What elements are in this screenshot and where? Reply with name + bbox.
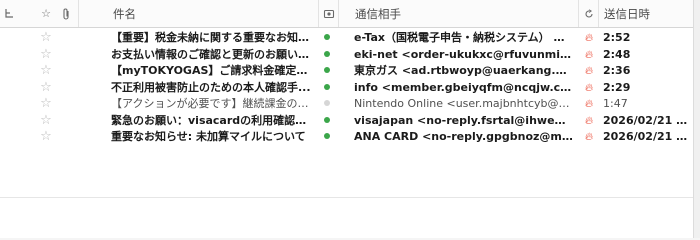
read-status-dot[interactable] xyxy=(320,129,334,146)
star-icon[interactable]: ☆ xyxy=(38,30,54,47)
message-subject: お支払い情報のご確認と更新のお願い【え... xyxy=(111,47,311,61)
message-sender: visajapan <no-reply.fsrtal@ihwenxi.cn> xyxy=(354,113,573,127)
subject-header-label: 件名 xyxy=(113,6,136,21)
flame-icon[interactable]: 🔥︎ xyxy=(582,30,596,47)
thread-column-icon[interactable] xyxy=(0,0,18,27)
table-row[interactable]: ☆ 【重要】税金未納に関する重要なお知らせ e-Tax（国税電子申告・納税システ… xyxy=(0,30,693,47)
star-icon[interactable]: ☆ xyxy=(38,63,54,80)
table-row[interactable]: ☆ お支払い情報のご確認と更新のお願い【え... eki-net <order-… xyxy=(0,47,693,64)
star-icon[interactable]: ☆ xyxy=(38,96,54,113)
star-header-icon: ☆ xyxy=(41,7,51,20)
table-row[interactable]: ☆ 不正利用被害防止のための本人確認手... info <member.gbei… xyxy=(0,80,693,97)
message-date: 2026/02/21 20:21 xyxy=(603,130,691,143)
message-date: 2:48 xyxy=(603,47,631,61)
read-status-dot[interactable] xyxy=(320,47,334,64)
vertical-scrollbar[interactable] xyxy=(693,0,700,238)
read-status-dot[interactable] xyxy=(320,80,334,97)
message-sender: eki-net <order-ukukxc@rfuvunmi.cn> xyxy=(354,47,573,61)
column-header-bar: ☆ 件名 通信相手 送信日時 xyxy=(0,0,693,28)
flame-icon[interactable]: 🔥︎ xyxy=(582,96,596,113)
message-date: 2:36 xyxy=(603,64,631,77)
message-subject: 重要なお知らせ: 未加算マイルについて xyxy=(111,130,306,143)
message-subject: 緊急のお願い：visacardの利用確認にご... xyxy=(111,113,311,127)
message-date: 1:47 xyxy=(603,97,628,110)
flame-icon[interactable]: 🔥︎ xyxy=(582,80,596,97)
message-list-pane: ☆ 件名 通信相手 送信日時 ☆ 【重要】税金未納に関する重要なお知らせ e-T… xyxy=(0,0,693,238)
junk-column-icon[interactable] xyxy=(578,0,598,27)
table-row[interactable]: ☆ 【myTOKYOGAS】ご請求料金確定のお知... 東京ガス <ad.rtb… xyxy=(0,63,693,80)
message-sender: Nintendo Online <user.majbnhtcyb@vtwe... xyxy=(354,97,573,110)
flame-icon[interactable]: 🔥︎ xyxy=(582,129,596,146)
message-date: 2:52 xyxy=(603,31,631,44)
message-date: 2:29 xyxy=(603,80,631,94)
message-subject: 【myTOKYOGAS】ご請求料金確定のお知... xyxy=(111,64,311,77)
read-status-dot[interactable] xyxy=(320,96,334,113)
pane-divider xyxy=(0,197,693,198)
thread-icon xyxy=(4,9,13,18)
star-icon[interactable]: ☆ xyxy=(38,47,54,64)
read-status-dot[interactable] xyxy=(320,30,334,47)
junk-icon xyxy=(584,8,593,18)
table-row[interactable]: ☆ 緊急のお願い：visacardの利用確認にご... visajapan <n… xyxy=(0,113,693,130)
column-header-correspondent[interactable]: 通信相手 xyxy=(338,0,578,27)
table-row[interactable]: ☆ 【アクションが必要です】継続課金の解除に... Nintendo Onlin… xyxy=(0,96,693,113)
star-icon[interactable]: ☆ xyxy=(38,113,54,130)
message-rows: ☆ 【重要】税金未納に関する重要なお知らせ e-Tax（国税電子申告・納税システ… xyxy=(0,30,693,146)
message-date: 2026/02/21 21:13 xyxy=(603,113,691,127)
star-icon[interactable]: ☆ xyxy=(38,80,54,97)
read-status-dot[interactable] xyxy=(320,113,334,130)
star-column-icon[interactable]: ☆ xyxy=(38,0,54,27)
read-status-icon xyxy=(323,9,334,18)
read-status-dot[interactable] xyxy=(320,63,334,80)
correspondent-header-label: 通信相手 xyxy=(355,6,401,21)
paperclip-icon xyxy=(62,8,69,20)
flame-icon[interactable]: 🔥︎ xyxy=(582,47,596,64)
read-status-column-icon[interactable] xyxy=(318,0,338,27)
flame-icon[interactable]: 🔥︎ xyxy=(582,63,596,80)
message-sender: ANA CARD <no-reply.gpgbnoz@mfuiml... xyxy=(354,130,573,143)
star-icon[interactable]: ☆ xyxy=(38,129,54,146)
column-header-date[interactable]: 送信日時 xyxy=(598,0,693,27)
table-row[interactable]: ☆ 重要なお知らせ: 未加算マイルについて ANA CARD <no-reply… xyxy=(0,129,693,146)
flame-icon[interactable]: 🔥︎ xyxy=(582,113,596,130)
date-header-label: 送信日時 xyxy=(604,6,650,21)
message-sender: 東京ガス <ad.rtbwoyp@uaerkang.cn> xyxy=(354,64,573,77)
attachment-column-icon[interactable] xyxy=(58,0,74,27)
message-sender: e-Tax（国税電子申告・納税システム） <or... xyxy=(354,31,573,44)
message-subject: 【重要】税金未納に関する重要なお知らせ xyxy=(111,31,311,44)
message-sender: info <member.gbeiyqfm@ncqjw.cn> xyxy=(354,80,573,94)
column-header-subject[interactable]: 件名 xyxy=(78,0,318,27)
message-subject: 不正利用被害防止のための本人確認手... xyxy=(111,80,311,94)
message-subject: 【アクションが必要です】継続課金の解除に... xyxy=(111,97,311,110)
